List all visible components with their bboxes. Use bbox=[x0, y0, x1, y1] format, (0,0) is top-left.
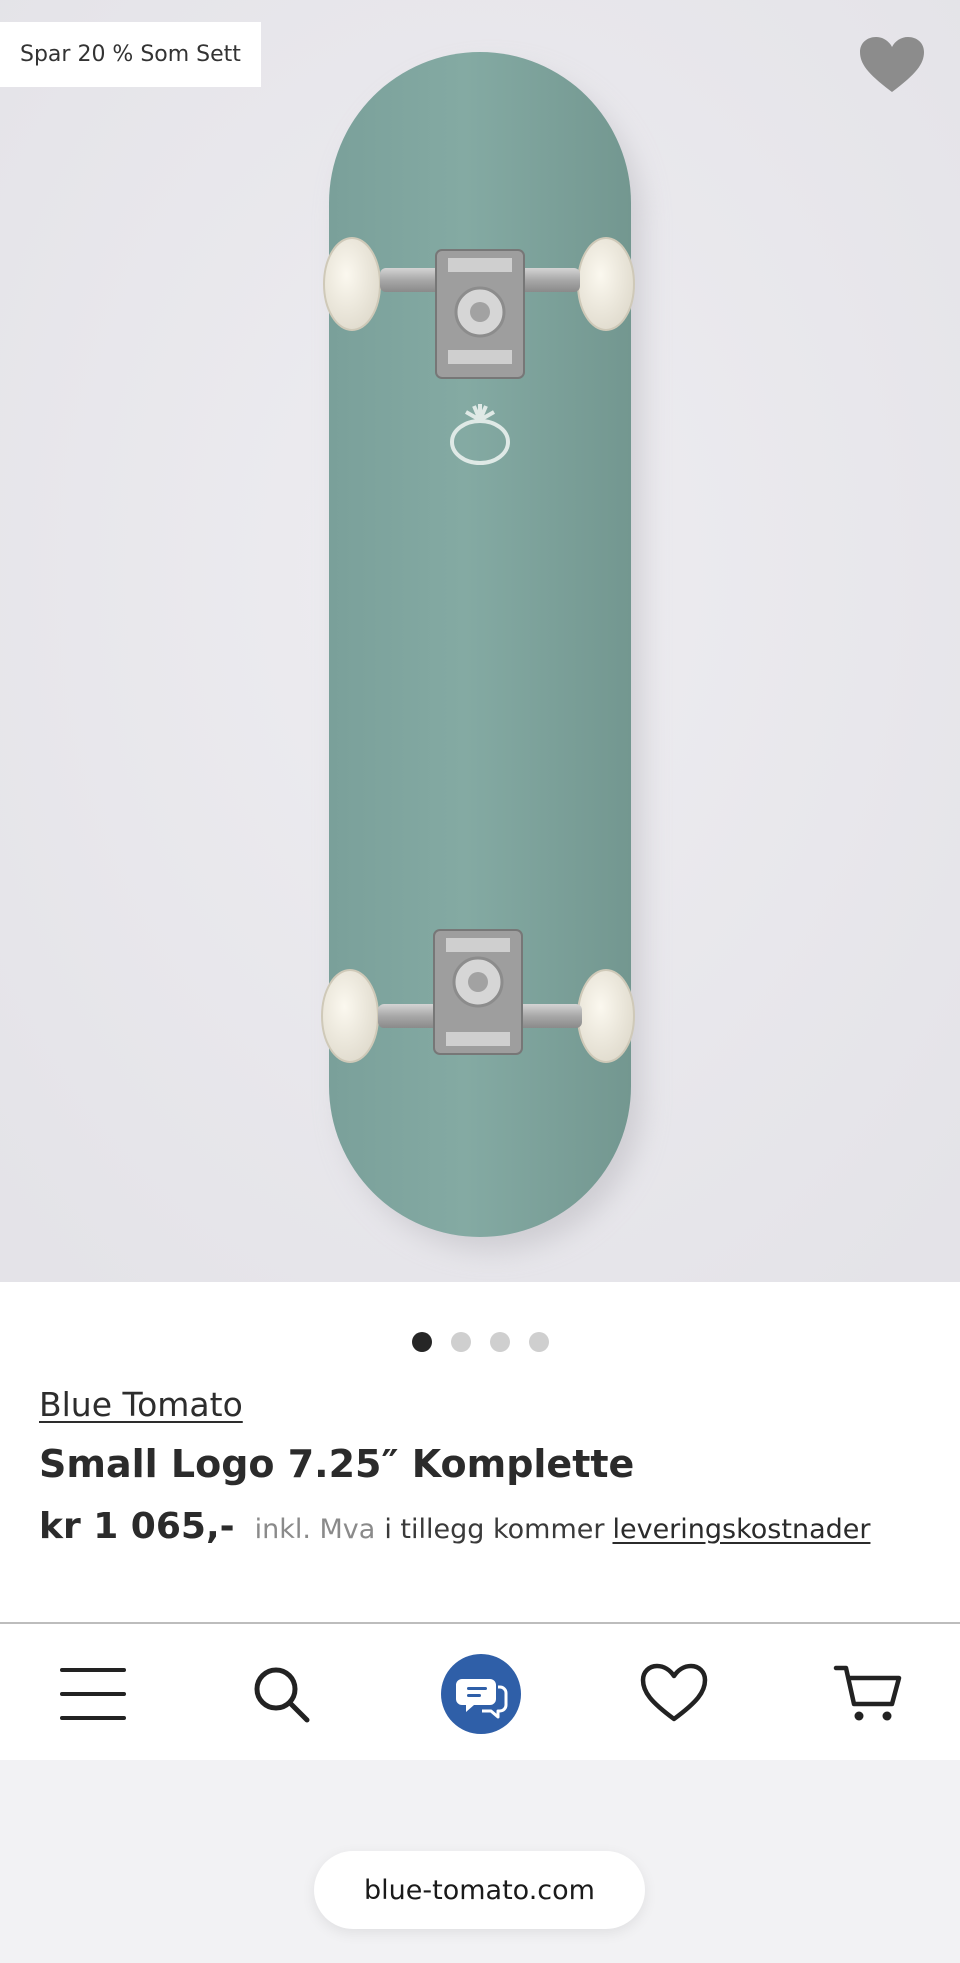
vat-note: inkl. Mva bbox=[254, 1514, 376, 1545]
product-price: kr 1 065,- bbox=[39, 1506, 235, 1547]
menu-button[interactable] bbox=[51, 1652, 135, 1736]
chat-bubbles-icon bbox=[441, 1654, 521, 1734]
heart-filled-icon bbox=[860, 37, 924, 92]
favorite-button[interactable] bbox=[858, 36, 926, 96]
product-image-area[interactable]: Spar 20 % Som Sett bbox=[0, 0, 960, 1282]
slide-dot-2[interactable] bbox=[450, 1332, 471, 1352]
discount-badge: Spar 20 % Som Sett bbox=[0, 22, 261, 87]
shipping-costs-link[interactable]: leveringskostnader bbox=[612, 1514, 870, 1545]
chat-button[interactable] bbox=[439, 1652, 523, 1736]
wishlist-button[interactable] bbox=[632, 1652, 716, 1736]
product-info: Blue Tomato Small Logo 7.25″ Komplette k… bbox=[0, 1282, 960, 1622]
url-bar[interactable]: blue-tomato.com bbox=[314, 1851, 645, 1929]
deck bbox=[329, 52, 631, 1237]
search-button[interactable] bbox=[239, 1652, 323, 1736]
skateboard-image bbox=[0, 0, 960, 1282]
slide-dot-4[interactable] bbox=[528, 1332, 549, 1352]
browser-bottom-bar: blue-tomato.com bbox=[0, 1760, 960, 1963]
extra-note: i tillegg kommer bbox=[384, 1514, 605, 1545]
heart-outline-icon bbox=[640, 1663, 708, 1722]
hamburger-menu-icon bbox=[60, 1668, 126, 1720]
slide-indicators bbox=[0, 1332, 960, 1352]
cart-icon bbox=[833, 1665, 902, 1721]
product-title: Small Logo 7.25″ Komplette bbox=[39, 1442, 635, 1486]
bottom-nav bbox=[0, 1624, 960, 1760]
price-row: kr 1 065,- inkl. Mva i tillegg kommer le… bbox=[39, 1506, 870, 1547]
search-icon bbox=[254, 1667, 310, 1723]
slide-dot-3[interactable] bbox=[489, 1332, 510, 1352]
brand-link[interactable]: Blue Tomato bbox=[39, 1385, 243, 1424]
slide-dot-1[interactable] bbox=[411, 1332, 432, 1352]
cart-button[interactable] bbox=[826, 1652, 910, 1736]
